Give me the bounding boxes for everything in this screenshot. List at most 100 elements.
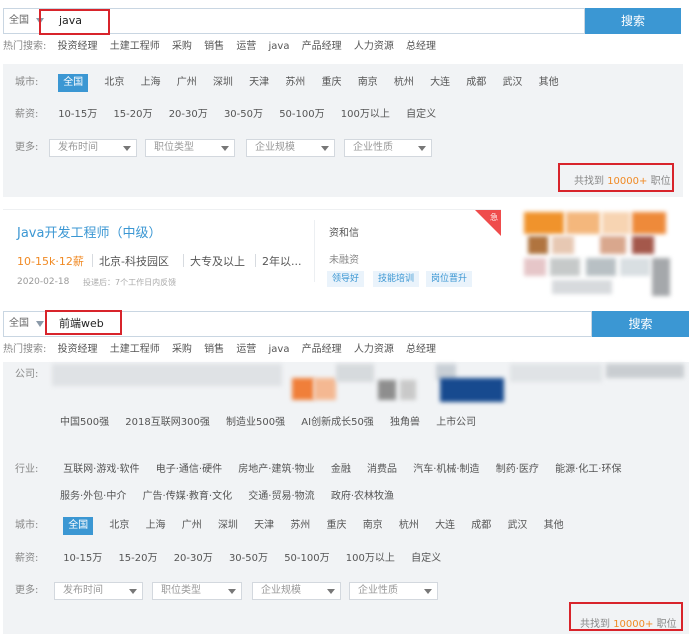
job-title[interactable]: Java开发工程师（中级）: [17, 222, 161, 241]
salary-option[interactable]: 15-20万: [118, 550, 157, 568]
hot-search-item[interactable]: 人力资源: [354, 344, 394, 355]
city-option[interactable]: 杭州: [399, 517, 419, 535]
city-option[interactable]: 杭州: [394, 74, 414, 92]
hot-search-item[interactable]: 投资经理: [58, 41, 98, 52]
industry-option[interactable]: 政府·农林牧渔: [331, 488, 394, 506]
salary-option[interactable]: 100万以上: [346, 550, 395, 568]
city-option[interactable]: 深圳: [213, 74, 233, 92]
city-option[interactable]: 深圳: [218, 517, 238, 535]
industry-option[interactable]: 汽车·机械·制造: [413, 461, 479, 479]
hot-search-item[interactable]: 总经理: [406, 41, 436, 52]
city-option[interactable]: 其他: [539, 74, 559, 92]
city-dropdown[interactable]: 全国: [3, 8, 47, 34]
city-option[interactable]: 上海: [146, 517, 166, 535]
salary-option[interactable]: 30-50万: [224, 106, 263, 124]
hot-search-item[interactable]: 采购: [172, 41, 192, 52]
city-option[interactable]: 重庆: [327, 517, 347, 535]
industry-option[interactable]: 服务·外包·中介: [60, 488, 126, 506]
city-option[interactable]: 苏州: [290, 517, 310, 535]
industry-option[interactable]: 交通·贸易·物流: [248, 488, 314, 506]
city-option[interactable]: 苏州: [285, 74, 305, 92]
hot-search-item[interactable]: 运营: [236, 344, 256, 355]
company-size-select[interactable]: 企业规模: [246, 139, 335, 157]
company-type-option[interactable]: 独角兽: [390, 414, 420, 432]
salary-option[interactable]: 20-30万: [174, 550, 213, 568]
city-option[interactable]: 上海: [141, 74, 161, 92]
hot-search-item[interactable]: 投资经理: [58, 344, 98, 355]
hot-search-item[interactable]: 土建工程师: [110, 41, 160, 52]
salary-option[interactable]: 100万以上: [341, 106, 390, 124]
industry-option[interactable]: 互联网·游戏·软件: [63, 461, 139, 479]
hot-search-item[interactable]: java: [269, 41, 290, 52]
salary-option[interactable]: 20-30万: [169, 106, 208, 124]
hot-search-item[interactable]: 产品经理: [302, 344, 342, 355]
hot-search-item[interactable]: 人力资源: [354, 41, 394, 52]
salary-filter-row: 薪资: 10-15万 15-20万 20-30万 30-50万 50-100万 …: [15, 106, 449, 124]
industry-option[interactable]: 房地产·建筑·物业: [238, 461, 314, 479]
search-button[interactable]: 搜索: [585, 8, 681, 34]
company-type-option[interactable]: 中国500强: [60, 414, 109, 432]
salary-option[interactable]: 50-100万: [284, 550, 329, 568]
city-option[interactable]: 广州: [177, 74, 197, 92]
publish-time-select[interactable]: 发布时间: [54, 582, 143, 600]
divider: [314, 220, 315, 282]
caret-down-icon: [418, 146, 426, 151]
search-input[interactable]: java: [47, 8, 585, 34]
city-option[interactable]: 重庆: [322, 74, 342, 92]
city-option[interactable]: 成都: [466, 74, 486, 92]
city-option[interactable]: 其他: [544, 517, 564, 535]
industry-option[interactable]: 金融: [331, 461, 351, 479]
company-nature-select[interactable]: 企业性质: [349, 582, 438, 600]
company-type-option[interactable]: 上市公司: [436, 414, 476, 432]
city-option[interactable]: 北京: [104, 74, 124, 92]
salary-option[interactable]: 自定义: [406, 106, 436, 124]
industry-option[interactable]: 电子·通信·硬件: [156, 461, 222, 479]
search-input[interactable]: 前端web: [47, 311, 592, 337]
city-dropdown[interactable]: 全国: [3, 311, 47, 337]
city-option[interactable]: 大连: [430, 74, 450, 92]
salary-option[interactable]: 50-100万: [279, 106, 324, 124]
hot-search-item[interactable]: 采购: [172, 344, 192, 355]
search-button[interactable]: 搜索: [592, 311, 689, 337]
city-option[interactable]: 天津: [249, 74, 269, 92]
company-type-option[interactable]: 2018互联网300强: [125, 414, 210, 432]
hot-search-item[interactable]: 产品经理: [302, 41, 342, 52]
city-option-selected[interactable]: 全国: [63, 517, 94, 535]
industry-option[interactable]: 制药·医疗: [496, 461, 539, 479]
caret-down-icon: [221, 146, 229, 151]
company-nature-select[interactable]: 企业性质: [344, 139, 432, 157]
job-type-select[interactable]: 职位类型: [152, 582, 242, 600]
job-type-select[interactable]: 职位类型: [145, 139, 235, 157]
salary-option[interactable]: 10-15万: [63, 550, 102, 568]
industry-option[interactable]: 消费品: [367, 461, 397, 479]
city-option[interactable]: 广州: [182, 517, 202, 535]
hot-search-item[interactable]: 销售: [204, 41, 224, 52]
company-size-select[interactable]: 企业规模: [252, 582, 341, 600]
hot-search-item[interactable]: 总经理: [406, 344, 436, 355]
city-option[interactable]: 武汉: [502, 74, 522, 92]
industry-option[interactable]: 能源·化工·环保: [555, 461, 621, 479]
company-name[interactable]: 资和信: [329, 224, 359, 239]
hot-search-item[interactable]: 销售: [204, 344, 224, 355]
hot-search-item[interactable]: 运营: [236, 41, 256, 52]
publish-time-select[interactable]: 发布时间: [49, 139, 137, 157]
hot-search-item[interactable]: 土建工程师: [110, 344, 160, 355]
city-option[interactable]: 南京: [363, 517, 383, 535]
city-option[interactable]: 大连: [435, 517, 455, 535]
city-option[interactable]: 南京: [358, 74, 378, 92]
industry-option[interactable]: 广告·传媒·教育·文化: [143, 488, 233, 506]
select-label: 发布时间: [58, 142, 98, 153]
city-option-selected[interactable]: 全国: [58, 74, 89, 92]
city-option[interactable]: 武汉: [507, 517, 527, 535]
salary-option[interactable]: 30-50万: [229, 550, 268, 568]
company-type-option[interactable]: AI创新成长50强: [301, 414, 374, 432]
salary-option[interactable]: 15-20万: [113, 106, 152, 124]
company-type-option[interactable]: 制造业500强: [226, 414, 285, 432]
salary-option[interactable]: 10-15万: [58, 106, 97, 124]
city-option[interactable]: 北京: [109, 517, 129, 535]
hot-search-item[interactable]: java: [269, 344, 290, 355]
job-card[interactable]: Java开发工程师（中级） 10-15k·12薪 北京-科技园区 大专及以上 2…: [3, 209, 501, 291]
salary-option[interactable]: 自定义: [411, 550, 441, 568]
city-option[interactable]: 天津: [254, 517, 274, 535]
city-option[interactable]: 成都: [471, 517, 491, 535]
